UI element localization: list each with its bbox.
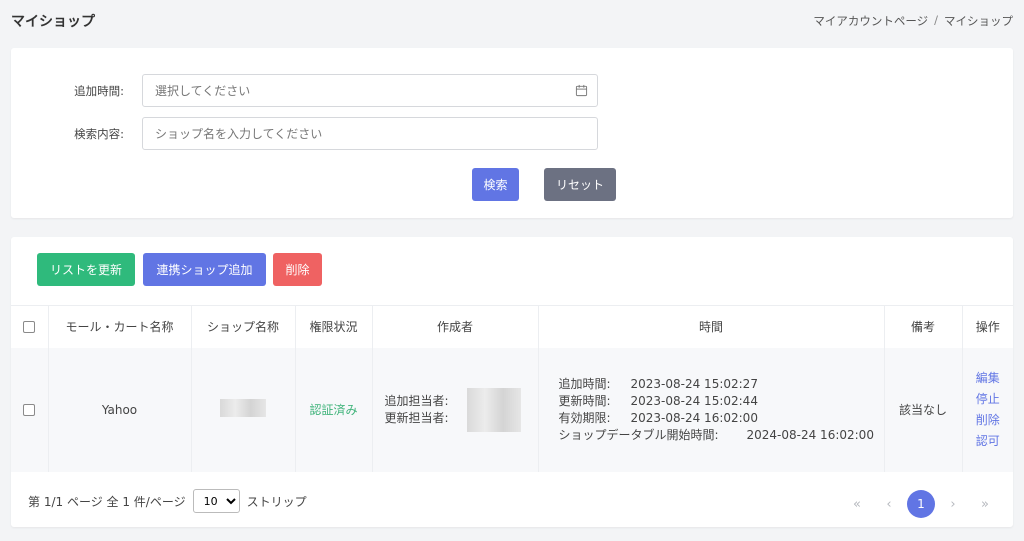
added-time-picker[interactable]	[142, 74, 598, 107]
time-updated-label: 更新時間:	[558, 393, 611, 408]
row-checkbox[interactable]	[23, 404, 36, 416]
time-data-start-label: ショップデータブル開始時間:	[558, 427, 719, 442]
auth-status-cell: 認証済み	[295, 347, 373, 472]
delete-link[interactable]: 削除	[976, 412, 1000, 428]
action-links: 編集 停止 削除 認可	[963, 370, 1014, 449]
select-all-header	[11, 305, 49, 348]
stop-link[interactable]: 停止	[976, 391, 1000, 407]
column-header-remarks[interactable]: 備考	[884, 305, 963, 348]
column-header-actions: 操作	[962, 305, 1013, 348]
creator-cell: 追加担当者: 更新担当者:	[372, 347, 539, 472]
next-page-button[interactable]: ›	[939, 490, 967, 518]
added-time-label: 追加時間:	[74, 83, 124, 98]
column-header-time[interactable]: 時間	[538, 305, 885, 348]
table-row: Yahoo 認証済み 追加担当者: 更新担当者: 追加時間: 2023-08-24…	[11, 347, 1013, 472]
table-header-row: モール・カート名称 ショップ名称 権限状況 作成者 時間 備考 操作	[11, 305, 1013, 348]
shop-name-redacted	[220, 399, 266, 417]
search-button[interactable]: 検索	[472, 168, 519, 201]
added-time-row: 追加時間:	[11, 74, 598, 107]
last-page-button[interactable]: »	[971, 490, 999, 518]
column-header-mall[interactable]: モール・カート名称	[48, 305, 192, 348]
add-linked-shop-button[interactable]: 連携ショップ追加	[143, 253, 266, 286]
calendar-icon[interactable]	[575, 84, 588, 97]
first-page-button[interactable]: «	[843, 490, 871, 518]
prev-page-button[interactable]: ‹	[875, 490, 903, 518]
time-cell: 追加時間: 2023-08-24 15:02:27 更新時間: 2023-08-24…	[538, 347, 885, 472]
time-expiry-value: 2023-08-24 16:02:00	[630, 410, 758, 425]
pagination: « ‹ 1 › »	[843, 490, 999, 518]
remarks-cell: 該当なし	[884, 347, 963, 472]
creator-name-redacted	[466, 387, 521, 432]
refresh-list-button[interactable]: リストを更新	[37, 253, 135, 286]
column-header-shop-name[interactable]: ショップ名称	[191, 305, 296, 348]
page-title: マイショップ	[11, 14, 95, 30]
breadcrumb-separator: /	[934, 13, 938, 27]
creator-added-label: 追加担当者:	[384, 393, 449, 408]
search-field[interactable]	[142, 117, 598, 150]
creator-wrap: 追加担当者: 更新担当者:	[373, 387, 538, 432]
time-updated-line: 更新時間: 2023-08-24 15:02:44	[559, 393, 884, 410]
reset-button[interactable]: リセット	[544, 168, 616, 201]
pager-info-text: 第 1/1 ページ 全 1 件/ページ	[28, 494, 186, 509]
column-header-creator[interactable]: 作成者	[372, 305, 539, 348]
time-data-start-value: 2024-08-24 16:02:00	[746, 427, 874, 442]
actions-cell: 編集 停止 削除 認可	[962, 348, 1013, 472]
column-header-auth-status[interactable]: 権限状況	[295, 305, 373, 348]
shop-name-cell	[191, 347, 296, 472]
page-size-select[interactable]: 10	[192, 489, 240, 513]
creator-labels: 追加担当者: 更新担当者:	[385, 393, 449, 427]
pager-info: 第 1/1 ページ 全 1 件/ページ 10 ストリップ	[28, 489, 307, 513]
shop-list-card: リストを更新 連携ショップ追加 削除 モール・カート名称 ショップ名称 権限状況…	[11, 237, 1013, 527]
select-all-checkbox[interactable]	[23, 321, 36, 334]
breadcrumb: マイアカウントページ / マイショップ	[813, 13, 1013, 29]
edit-link[interactable]: 編集	[976, 370, 1000, 386]
added-time-input[interactable]	[155, 83, 585, 98]
delete-button[interactable]: 削除	[273, 253, 322, 286]
pager-suffix: ストリップ	[246, 494, 307, 509]
breadcrumb-my-account[interactable]: マイアカウントページ	[813, 13, 928, 29]
time-updated-value: 2023-08-24 15:02:44	[630, 393, 758, 408]
time-data-start-line: ショップデータブル開始時間: 2024-08-24 16:02:00	[559, 427, 884, 444]
mall-cell: Yahoo	[48, 347, 192, 472]
filter-card: 追加時間: 検索内容: 検索 リセット	[11, 48, 1013, 218]
breadcrumb-my-shop: マイショップ	[944, 14, 1013, 28]
shop-table: モール・カート名称 ショップ名称 権限状況 作成者 時間 備考 操作 Yahoo…	[11, 305, 1013, 472]
creator-updated-label: 更新担当者:	[384, 410, 449, 425]
search-row: 検索内容:	[11, 117, 598, 150]
authorize-link[interactable]: 認可	[976, 433, 1000, 449]
search-input[interactable]	[155, 126, 585, 141]
search-label: 検索内容:	[74, 126, 124, 141]
time-added-value: 2023-08-24 15:02:27	[630, 376, 758, 391]
time-added-label: 追加時間:	[558, 376, 611, 391]
time-list: 追加時間: 2023-08-24 15:02:27 更新時間: 2023-08-24…	[539, 376, 884, 444]
time-expiry-line: 有効期限: 2023-08-24 16:02:00	[559, 410, 884, 427]
time-added-line: 追加時間: 2023-08-24 15:02:27	[559, 376, 884, 393]
time-expiry-label: 有効期限:	[558, 410, 611, 425]
page-1-button[interactable]: 1	[907, 490, 935, 518]
row-select-cell	[11, 347, 49, 472]
